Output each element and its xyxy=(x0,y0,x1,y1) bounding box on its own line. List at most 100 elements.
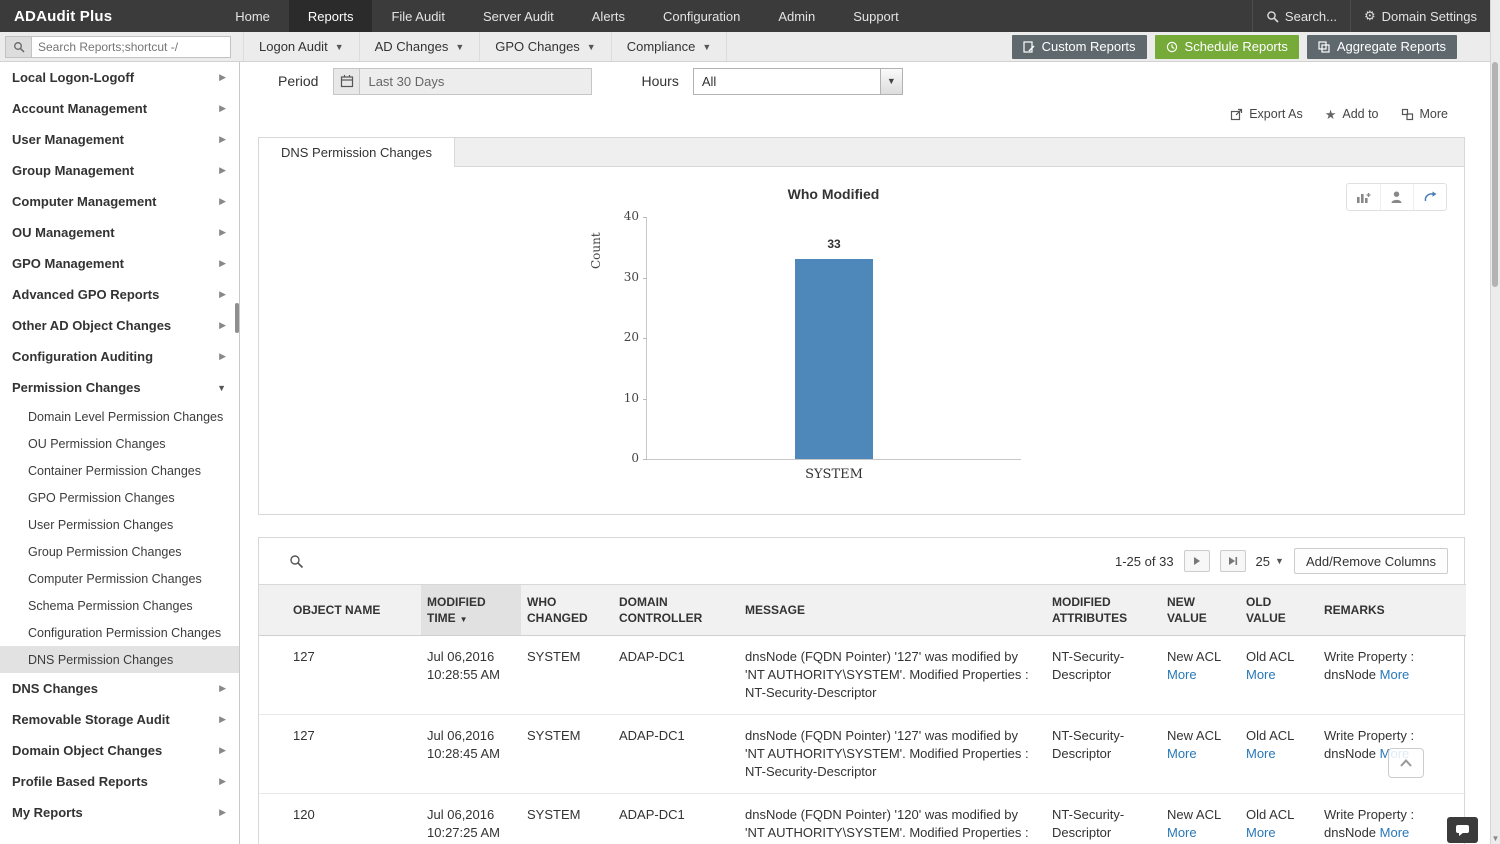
y-tick-label: 0 xyxy=(605,451,639,465)
chart-type-button[interactable] xyxy=(1347,184,1380,210)
sidebar-scrollbar-handle[interactable] xyxy=(235,303,239,333)
chat-support-button[interactable] xyxy=(1447,817,1478,843)
sidebar-item-my-reports[interactable]: My Reports▶ xyxy=(0,797,239,828)
sidebar-item-local-logon-logoff[interactable]: Local Logon-Logoff▶ xyxy=(0,62,239,93)
calendar-button[interactable] xyxy=(333,68,360,95)
column-header-object-name[interactable]: OBJECT NAME xyxy=(259,585,421,636)
nav-file-audit[interactable]: File Audit xyxy=(372,0,463,32)
last-page-button[interactable] xyxy=(1220,550,1246,572)
nav-server-audit[interactable]: Server Audit xyxy=(464,0,573,32)
sidebar-item-account-management[interactable]: Account Management▶ xyxy=(0,93,239,124)
hours-select[interactable]: All ▼ xyxy=(693,68,903,95)
new-value-cell: New ACLMore xyxy=(1161,636,1240,715)
menu-gpo-changes[interactable]: GPO Changes▼ xyxy=(480,32,611,61)
sidebar-item-permission-changes[interactable]: Permission Changes▼ xyxy=(0,372,239,403)
aggregate-reports-button[interactable]: Aggregate Reports xyxy=(1307,35,1457,59)
sidebar-item-user-permission-changes[interactable]: User Permission Changes xyxy=(0,511,239,538)
remarks-more-link[interactable]: More xyxy=(1380,825,1410,840)
export-as-button[interactable]: Export As xyxy=(1230,107,1303,121)
column-header-old-value[interactable]: OLD VALUE xyxy=(1240,585,1318,636)
chevron-right-icon: ▶ xyxy=(219,745,226,756)
sidebar-item-computer-permission-changes[interactable]: Computer Permission Changes xyxy=(0,565,239,592)
sidebar-item-group-permission-changes[interactable]: Group Permission Changes xyxy=(0,538,239,565)
modified-attributes-cell: NT-Security-Descriptor xyxy=(1046,715,1161,794)
sidebar-item-dns-changes[interactable]: DNS Changes▶ xyxy=(0,673,239,704)
column-header-remarks[interactable]: REMARKS xyxy=(1318,585,1466,636)
new-value-more-link[interactable]: More xyxy=(1167,825,1197,840)
report-search-input[interactable] xyxy=(31,36,231,58)
page-scrollbar[interactable]: ▼ xyxy=(1490,0,1500,844)
global-search-button[interactable]: Search... xyxy=(1252,0,1350,32)
old-value-more-link[interactable]: More xyxy=(1246,746,1276,761)
sidebar-item-removable-storage-audit[interactable]: Removable Storage Audit▶ xyxy=(0,704,239,735)
column-header-modified-time[interactable]: MODIFIED TIME▼ xyxy=(421,585,521,636)
tab-dns-permission-changes[interactable]: DNS Permission Changes xyxy=(258,137,455,167)
column-header-message[interactable]: MESSAGE xyxy=(739,585,1046,636)
scrollbar-handle[interactable] xyxy=(1492,62,1498,287)
sidebar-item-computer-management[interactable]: Computer Management▶ xyxy=(0,186,239,217)
scroll-to-top-button[interactable] xyxy=(1388,748,1424,778)
nav-alerts[interactable]: Alerts xyxy=(573,0,644,32)
sidebar-item-schema-permission-changes[interactable]: Schema Permission Changes xyxy=(0,592,239,619)
scrollbar-down-arrow[interactable]: ▼ xyxy=(1491,834,1500,843)
chevron-right-icon: ▶ xyxy=(219,165,226,176)
chart-export-button[interactable] xyxy=(1413,184,1446,210)
add-remove-columns-button[interactable]: Add/Remove Columns xyxy=(1294,548,1448,574)
sidebar-item-container-permission-changes[interactable]: Container Permission Changes xyxy=(0,457,239,484)
y-tick-label: 30 xyxy=(605,270,639,284)
menu-logon-audit[interactable]: Logon Audit▼ xyxy=(243,32,360,61)
more-button[interactable]: More xyxy=(1401,107,1448,121)
column-header-new-value[interactable]: NEW VALUE xyxy=(1161,585,1240,636)
nav-reports[interactable]: Reports xyxy=(289,0,373,32)
sidebar-item-label: Removable Storage Audit xyxy=(12,712,170,727)
toolbar-buttons: Custom Reports Schedule Reports Aggregat… xyxy=(1012,35,1457,59)
nav-support[interactable]: Support xyxy=(834,0,918,32)
table-search-icon[interactable] xyxy=(289,554,304,569)
custom-reports-button[interactable]: Custom Reports xyxy=(1012,35,1147,59)
sidebar-item-configuration-auditing[interactable]: Configuration Auditing▶ xyxy=(0,341,239,372)
report-search-icon-box[interactable] xyxy=(5,36,31,58)
chart-user-view-button[interactable] xyxy=(1380,184,1413,210)
sidebar-item-label: GPO Permission Changes xyxy=(28,491,175,505)
sidebar-item-label: Profile Based Reports xyxy=(12,774,148,789)
domain-settings-button[interactable]: ⚙ Domain Settings xyxy=(1350,0,1490,32)
sidebar-item-user-management[interactable]: User Management▶ xyxy=(0,124,239,155)
sidebar-item-advanced-gpo-reports[interactable]: Advanced GPO Reports▶ xyxy=(0,279,239,310)
sidebar-item-ou-management[interactable]: OU Management▶ xyxy=(0,217,239,248)
schedule-reports-button[interactable]: Schedule Reports xyxy=(1155,35,1299,59)
new-value-more-link[interactable]: More xyxy=(1167,746,1197,761)
next-page-button[interactable] xyxy=(1184,550,1210,572)
sidebar-item-configuration-permission-changes[interactable]: Configuration Permission Changes xyxy=(0,619,239,646)
sidebar-item-domain-level-permission-changes[interactable]: Domain Level Permission Changes xyxy=(0,403,239,430)
nav-home[interactable]: Home xyxy=(216,0,289,32)
sidebar-item-other-ad-object-changes[interactable]: Other AD Object Changes▶ xyxy=(0,310,239,341)
sidebar-item-gpo-management[interactable]: GPO Management▶ xyxy=(0,248,239,279)
sidebar-item-group-management[interactable]: Group Management▶ xyxy=(0,155,239,186)
old-value-text: Old ACL xyxy=(1246,649,1294,664)
sidebar-item-gpo-permission-changes[interactable]: GPO Permission Changes xyxy=(0,484,239,511)
nav-admin[interactable]: Admin xyxy=(759,0,834,32)
old-value-more-link[interactable]: More xyxy=(1246,667,1276,682)
nav-configuration[interactable]: Configuration xyxy=(644,0,759,32)
new-value-cell: New ACLMore xyxy=(1161,794,1240,844)
sidebar-item-domain-object-changes[interactable]: Domain Object Changes▶ xyxy=(0,735,239,766)
remarks-more-link[interactable]: More xyxy=(1380,667,1410,682)
sidebar-item-dns-permission-changes[interactable]: DNS Permission Changes xyxy=(0,646,239,673)
column-header-domain-controller[interactable]: DOMAIN CONTROLLER xyxy=(613,585,739,636)
sidebar-item-ou-permission-changes[interactable]: OU Permission Changes xyxy=(0,430,239,457)
period-input[interactable] xyxy=(360,68,592,95)
table-row: 120 Jul 06,2016 10:27:25 AM SYSTEM ADAP-… xyxy=(259,794,1466,844)
old-value-more-link[interactable]: More xyxy=(1246,825,1276,840)
menu-ad-changes[interactable]: AD Changes▼ xyxy=(360,32,481,61)
chart-bar-system[interactable] xyxy=(795,259,873,459)
next-page-icon xyxy=(1193,556,1201,566)
column-header-modified-attributes[interactable]: MODIFIED ATTRIBUTES xyxy=(1046,585,1161,636)
menu-compliance[interactable]: Compliance▼ xyxy=(612,32,728,61)
reports-toolbar: Logon Audit▼ AD Changes▼ GPO Changes▼ Co… xyxy=(0,32,1500,62)
chevron-up-icon xyxy=(1399,758,1413,768)
add-to-button[interactable]: ★ Add to xyxy=(1325,107,1379,121)
column-header-who-changed[interactable]: WHO CHANGED xyxy=(521,585,613,636)
new-value-more-link[interactable]: More xyxy=(1167,667,1197,682)
sidebar-item-profile-based-reports[interactable]: Profile Based Reports▶ xyxy=(0,766,239,797)
page-size-select[interactable]: 25 ▼ xyxy=(1256,554,1284,569)
